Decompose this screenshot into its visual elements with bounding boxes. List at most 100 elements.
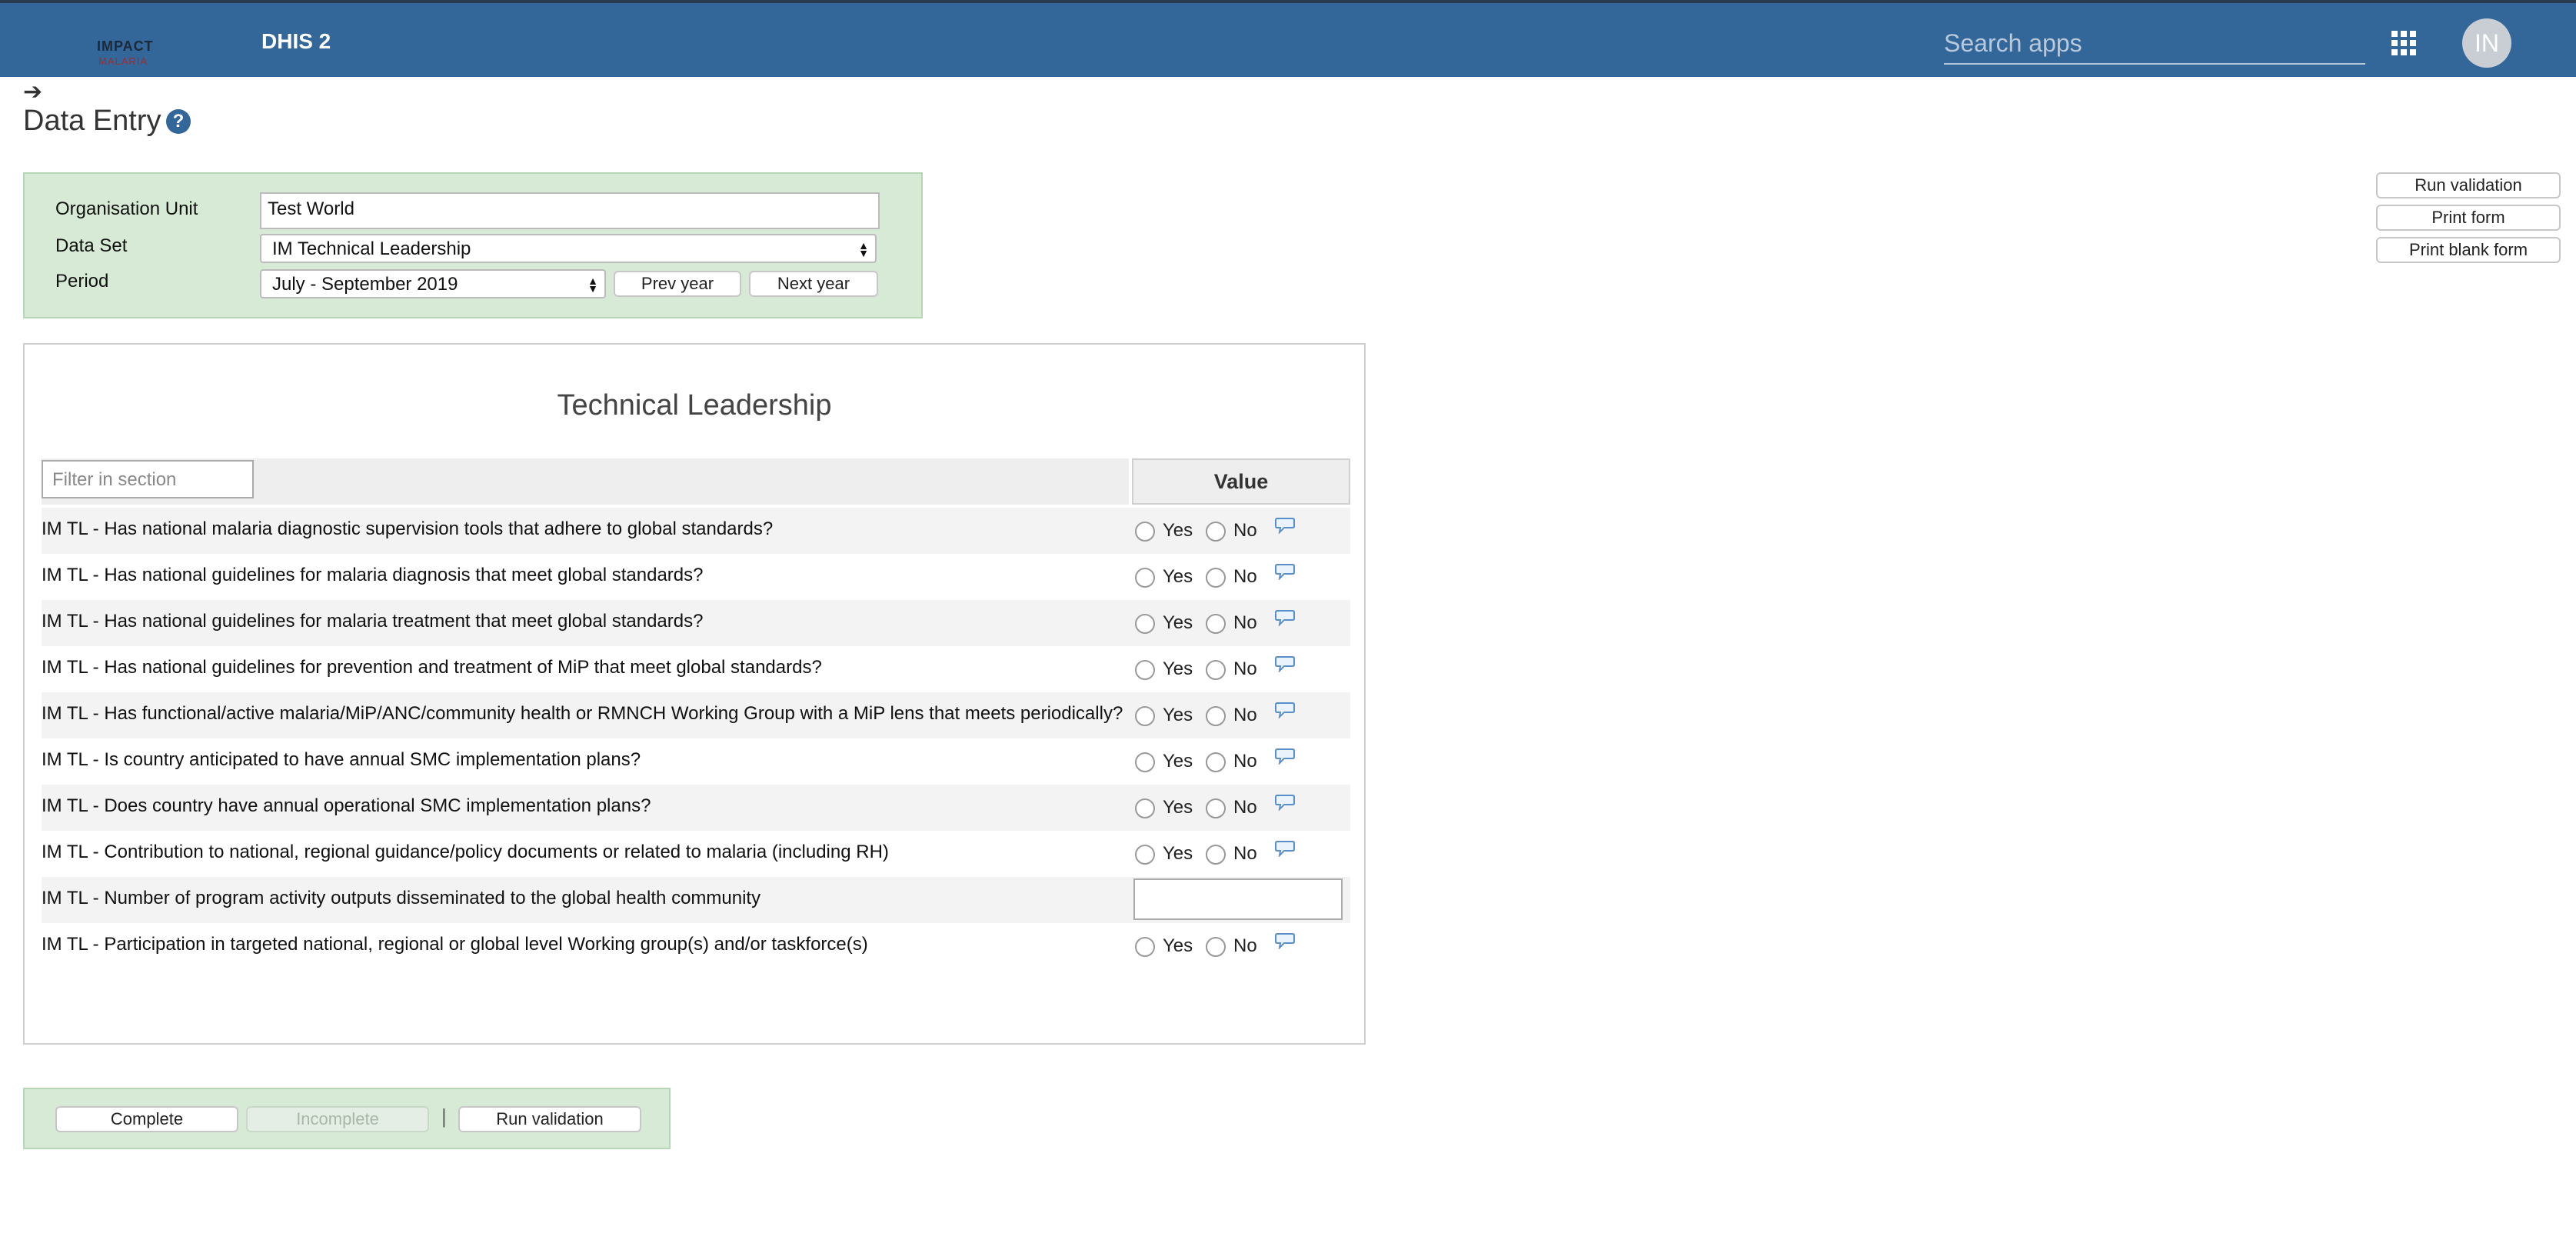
logo-text-bottom: MALARIA: [98, 55, 148, 67]
row-label: IM TL - Has national guidelines for mala…: [42, 565, 704, 585]
no-radio[interactable]: [1206, 845, 1226, 865]
no-radio[interactable]: [1206, 752, 1226, 772]
complete-button[interactable]: Complete: [55, 1106, 238, 1132]
comment-icon[interactable]: [1275, 794, 1295, 812]
no-radio[interactable]: [1206, 660, 1226, 680]
user-avatar[interactable]: IN: [2462, 18, 2511, 68]
run-validation-button[interactable]: Run validation: [2376, 172, 2561, 198]
impact-malaria-logo[interactable]: IMPACT MALARIA: [94, 37, 157, 72]
no-label: No: [1233, 843, 1257, 864]
row-label: IM TL - Has national guidelines for mala…: [42, 611, 704, 632]
value-cell: Yes No: [1132, 508, 1350, 554]
comment-icon[interactable]: [1275, 517, 1295, 535]
yes-label: Yes: [1163, 658, 1193, 679]
value-cell: Yes No: [1132, 831, 1350, 877]
prev-year-button[interactable]: Prev year: [614, 271, 741, 297]
no-radio[interactable]: [1206, 937, 1226, 957]
row-label: IM TL - Contribution to national, region…: [42, 842, 889, 862]
yes-radio[interactable]: [1135, 568, 1155, 588]
number-input[interactable]: [1133, 878, 1343, 920]
comment-icon[interactable]: [1275, 932, 1295, 950]
no-radio[interactable]: [1206, 522, 1226, 542]
dataset-select[interactable]: IM Technical Leadership ▲ ▼: [260, 234, 877, 263]
yes-radio[interactable]: [1135, 845, 1155, 865]
no-label: No: [1233, 751, 1257, 772]
yes-label: Yes: [1163, 612, 1193, 633]
completeness-panel: Complete Incomplete | Run validation: [23, 1088, 671, 1149]
search-apps-input[interactable]: Search apps: [1944, 26, 2365, 65]
no-label: No: [1233, 566, 1257, 587]
comment-icon[interactable]: [1275, 609, 1295, 627]
value-cell: Yes No: [1132, 692, 1350, 738]
filter-in-section-input[interactable]: Filter in section: [42, 460, 254, 498]
value-cell: Yes No: [1132, 554, 1350, 600]
selection-panel: Organisation Unit Test World Data Set IM…: [23, 172, 923, 318]
value-cell: Yes No: [1132, 923, 1350, 969]
row-label: IM TL - Is country anticipated to have a…: [42, 749, 641, 770]
yes-radio[interactable]: [1135, 798, 1155, 818]
yes-label: Yes: [1163, 935, 1193, 956]
no-radio[interactable]: [1206, 798, 1226, 818]
separator: |: [441, 1105, 447, 1128]
print-blank-form-button[interactable]: Print blank form: [2376, 237, 2561, 263]
table-row: IM TL - Has national malaria diagnostic …: [42, 508, 1350, 554]
yes-radio[interactable]: [1135, 706, 1155, 726]
yes-radio[interactable]: [1135, 752, 1155, 772]
form-section: Technical Leadership Filter in section V…: [23, 343, 1366, 1045]
select-arrows-icon: ▲ ▼: [587, 275, 598, 295]
next-year-button[interactable]: Next year: [749, 271, 878, 297]
top-header-bar: IMPACT MALARIA DHIS 2 Search apps IN: [0, 0, 2576, 77]
table-row: IM TL - Number of program activity outpu…: [42, 877, 1350, 923]
table-row: IM TL - Is country anticipated to have a…: [42, 738, 1350, 785]
no-radio[interactable]: [1206, 568, 1226, 588]
select-arrows-icon: ▲ ▼: [858, 239, 869, 259]
app-title: DHIS 2: [261, 29, 331, 53]
value-cell: [1132, 877, 1350, 923]
comment-icon[interactable]: [1275, 840, 1295, 858]
yes-radio[interactable]: [1135, 937, 1155, 957]
row-label: IM TL - Has national malaria diagnostic …: [42, 518, 774, 539]
page-title: Data Entry: [23, 105, 161, 137]
table-row: IM TL - Has national guidelines for mala…: [42, 600, 1350, 646]
yes-label: Yes: [1163, 797, 1193, 818]
org-unit-field[interactable]: Test World: [260, 192, 880, 229]
no-label: No: [1233, 935, 1257, 956]
yes-label: Yes: [1163, 843, 1193, 864]
comment-icon[interactable]: [1275, 563, 1295, 581]
period-label: Period: [55, 271, 109, 292]
value-cell: Yes No: [1132, 738, 1350, 785]
no-radio[interactable]: [1206, 706, 1226, 726]
no-radio[interactable]: [1206, 614, 1226, 634]
period-select[interactable]: July - September 2019 ▲ ▼: [260, 269, 606, 298]
logo-text-top: IMPACT: [97, 38, 154, 54]
org-unit-label: Organisation Unit: [55, 198, 198, 219]
table-row: IM TL - Does country have annual operati…: [42, 785, 1350, 831]
comment-icon[interactable]: [1275, 702, 1295, 719]
yes-label: Yes: [1163, 566, 1193, 587]
yes-label: Yes: [1163, 705, 1193, 725]
table-row: IM TL - Has national guidelines for mala…: [42, 554, 1350, 600]
no-label: No: [1233, 520, 1257, 541]
comment-icon[interactable]: [1275, 655, 1295, 673]
section-title: Technical Leadership: [557, 389, 832, 422]
value-cell: Yes No: [1132, 785, 1350, 831]
no-label: No: [1233, 612, 1257, 633]
incomplete-button: Incomplete: [246, 1106, 429, 1132]
no-label: No: [1233, 705, 1257, 725]
print-form-button[interactable]: Print form: [2376, 205, 2561, 231]
value-cell: Yes No: [1132, 600, 1350, 646]
run-validation-bottom-button[interactable]: Run validation: [458, 1106, 641, 1132]
yes-radio[interactable]: [1135, 614, 1155, 634]
row-label: IM TL - Number of program activity outpu…: [42, 888, 761, 908]
arrow-right-icon[interactable]: ➔: [23, 78, 42, 105]
help-icon[interactable]: ?: [166, 109, 191, 134]
comment-icon[interactable]: [1275, 748, 1295, 765]
dataset-label: Data Set: [55, 235, 128, 256]
period-select-value: July - September 2019: [272, 274, 458, 295]
table-row: IM TL - Participation in targeted nation…: [42, 923, 1350, 969]
table-row: IM TL - Has national guidelines for prev…: [42, 646, 1350, 692]
apps-grid-icon[interactable]: [2391, 31, 2416, 55]
dataset-select-value: IM Technical Leadership: [272, 238, 471, 259]
yes-radio[interactable]: [1135, 660, 1155, 680]
yes-radio[interactable]: [1135, 522, 1155, 542]
